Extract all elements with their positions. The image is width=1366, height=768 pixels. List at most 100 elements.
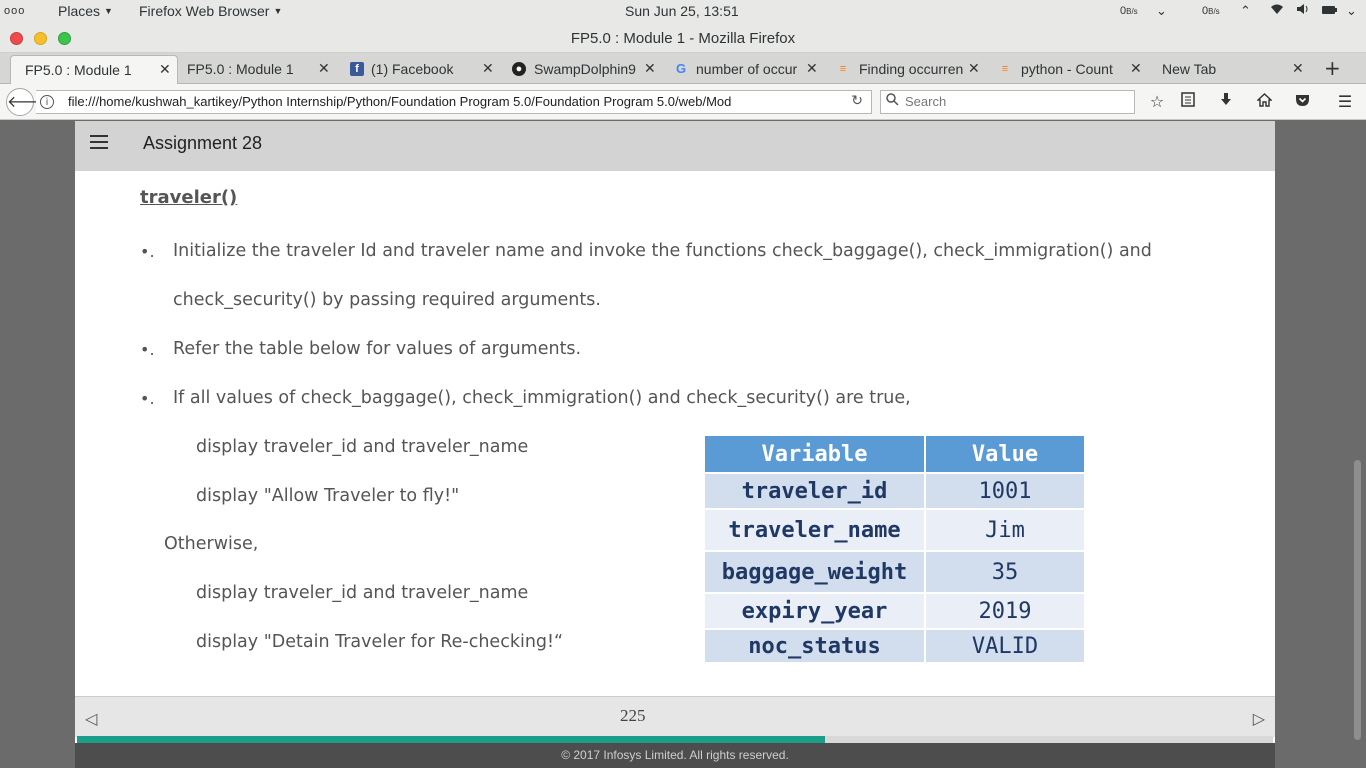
pocket-icon[interactable]: [1291, 91, 1313, 113]
instruction-line: Initialize the traveler Id and traveler …: [173, 241, 1152, 261]
table-row: baggage_weight 35: [705, 552, 1084, 592]
variable-cell: traveler_name: [705, 510, 924, 550]
table-row: traveler_name Jim: [705, 510, 1084, 550]
volume-icon[interactable]: [1296, 3, 1309, 18]
tab-stackoverflow-python[interactable]: ≡ python - Count ✕: [988, 55, 1148, 84]
net-up-indicator: 0B/s: [1202, 5, 1220, 17]
slide-title: traveler(): [140, 187, 238, 208]
instruction-line: If all values of check_baggage(), check_…: [173, 388, 911, 408]
instruction-line: check_security() by passing required arg…: [173, 290, 601, 310]
reading-list-icon[interactable]: [1177, 91, 1199, 113]
tab-label: python - Count: [1021, 61, 1113, 77]
net-down-unit: B/s: [1126, 7, 1138, 16]
instruction-line: display traveler_id and traveler_name: [196, 583, 529, 603]
close-icon[interactable]: ✕: [159, 61, 171, 78]
instruction-line: display "Allow Traveler to fly!": [196, 486, 460, 506]
close-icon[interactable]: ✕: [1130, 60, 1142, 77]
clock[interactable]: Sun Jun 25, 13:51: [625, 3, 739, 19]
chevron-up-icon[interactable]: ⌃: [1240, 3, 1251, 19]
variable-cell: expiry_year: [705, 594, 924, 628]
instruction-line: Refer the table below for values of argu…: [173, 339, 582, 359]
table-header-row: Variable Value: [705, 436, 1084, 472]
github-icon: ●: [512, 62, 526, 76]
tab-github[interactable]: ● SwampDolphin9 ✕: [502, 55, 662, 84]
instruction-line: display traveler_id and traveler_name: [196, 437, 529, 457]
home-icon[interactable]: [1253, 91, 1275, 113]
tab-label: New Tab: [1162, 61, 1217, 77]
previous-page-button[interactable]: ◁: [85, 709, 97, 728]
reload-icon[interactable]: ↻: [851, 93, 863, 109]
navigation-toolbar: 🡐 i file:///home/kushwah_kartikey/Python…: [0, 84, 1366, 120]
wifi-icon[interactable]: [1270, 3, 1284, 18]
places-menu[interactable]: Places ▼: [58, 3, 113, 19]
bullet-marker: •.: [140, 389, 155, 408]
download-icon[interactable]: [1215, 91, 1237, 113]
value-cell: VALID: [926, 630, 1084, 662]
close-icon[interactable]: ✕: [1292, 60, 1304, 77]
window-title-bar: FP5.0 : Module 1 - Mozilla Firefox: [0, 24, 1366, 53]
url-text[interactable]: file:///home/kushwah_kartikey/Python Int…: [68, 94, 844, 109]
variable-cell: noc_status: [705, 630, 924, 662]
chevron-down-icon[interactable]: ⌄: [1156, 3, 1167, 19]
value-cell: 2019: [926, 594, 1084, 628]
course-header: Assignment 28: [75, 121, 1275, 171]
close-icon[interactable]: ✕: [968, 60, 980, 77]
close-icon[interactable]: ✕: [318, 60, 330, 77]
variable-cell: traveler_id: [705, 474, 924, 508]
bookmark-star-icon[interactable]: ☆: [1146, 91, 1168, 113]
value-cell: Jim: [926, 510, 1084, 550]
tab-label: number of occur: [696, 61, 798, 77]
search-icon: [886, 93, 899, 110]
tab-new-tab[interactable]: New Tab ✕: [1150, 55, 1310, 84]
tab-label: FP5.0 : Module 1: [25, 62, 132, 78]
tab-facebook[interactable]: f (1) Facebook ✕: [340, 55, 500, 84]
window-title: FP5.0 : Module 1 - Mozilla Firefox: [570, 30, 796, 47]
table-row: expiry_year 2019: [705, 594, 1084, 628]
tab-label: SwampDolphin9: [534, 61, 636, 77]
facebook-icon: f: [350, 62, 364, 76]
tab-label: (1) Facebook: [371, 61, 454, 77]
slide-navigation-bar: ◁ 225 ▷: [75, 696, 1275, 737]
close-icon[interactable]: ✕: [644, 60, 656, 77]
new-tab-plus-icon[interactable]: +: [1324, 56, 1341, 80]
google-icon: G: [675, 61, 687, 76]
next-page-button[interactable]: ▷: [1253, 709, 1265, 728]
tab-label: Finding occurren: [859, 61, 963, 77]
activities-button[interactable]: ooo: [4, 5, 25, 17]
places-label: Places: [58, 3, 101, 19]
table-row: traveler_id 1001: [705, 474, 1084, 508]
variable-cell: baggage_weight: [705, 552, 924, 592]
close-icon[interactable]: ✕: [482, 60, 494, 77]
course-viewer: Assignment 28 traveler() •. Initialize t…: [75, 121, 1275, 768]
url-bar[interactable]: i file:///home/kushwah_kartikey/Python I…: [36, 90, 872, 114]
close-icon[interactable]: ✕: [806, 60, 818, 77]
search-placeholder: Search: [905, 94, 947, 109]
tab-stackoverflow-finding[interactable]: ≡ Finding occurren ✕: [826, 55, 986, 84]
tab-fp5-module1-active[interactable]: FP5.0 : Module 1 ✕: [10, 55, 178, 84]
tab-bar: FP5.0 : Module 1 ✕ FP5.0 : Module 1 ✕ f …: [0, 53, 1366, 84]
copyright-footer: © 2017 Infosys Limited. All rights reser…: [75, 743, 1275, 768]
net-up-unit: B/s: [1208, 7, 1220, 16]
hamburger-menu-icon[interactable]: ☰: [1334, 91, 1356, 113]
search-input[interactable]: Search: [880, 90, 1135, 114]
course-progress-bar: [77, 736, 1273, 743]
chevron-down-icon: ▼: [104, 6, 113, 16]
page-scrollbar[interactable]: [1354, 460, 1361, 740]
tab-label: FP5.0 : Module 1: [187, 61, 294, 77]
power-menu-chevron-icon[interactable]: ⌄: [1346, 3, 1357, 19]
value-cell: 1001: [926, 474, 1084, 508]
back-button[interactable]: 🡐: [6, 88, 50, 116]
battery-icon[interactable]: [1322, 3, 1338, 18]
info-icon[interactable]: i: [40, 95, 54, 109]
tab-google-search[interactable]: G number of occur ✕: [664, 55, 824, 84]
value-cell: 35: [926, 552, 1084, 592]
stackoverflow-icon: ≡: [1001, 63, 1009, 75]
app-menu[interactable]: Firefox Web Browser ▼: [139, 3, 282, 19]
instruction-line: Otherwise,: [164, 534, 259, 554]
system-top-bar: ooo Places ▼ Firefox Web Browser ▼ Sun Jun…: [0, 0, 1366, 24]
column-header-value: Value: [926, 436, 1084, 472]
page-number: 225: [620, 706, 646, 725]
bullet-marker: •.: [140, 340, 155, 359]
tab-fp5-module1[interactable]: FP5.0 : Module 1 ✕: [178, 55, 338, 84]
menu-icon[interactable]: [90, 135, 108, 153]
